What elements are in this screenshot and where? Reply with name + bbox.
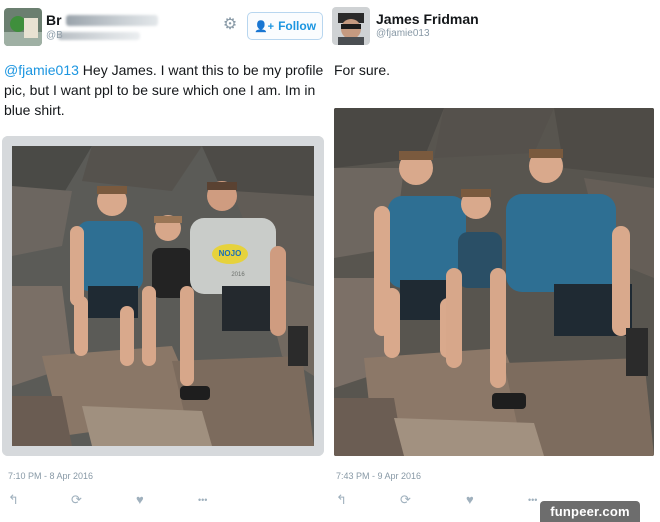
right-tweet-photo[interactable] (334, 108, 654, 456)
mention-link[interactable]: @fjamie013 (4, 62, 79, 78)
left-timestamp[interactable]: 7:10 PM - 8 Apr 2016 (8, 471, 93, 481)
left-tweet-photo[interactable]: NOJO 2016 (2, 136, 324, 456)
right-author-handle[interactable]: @fjamie013 (376, 28, 430, 39)
right-author-avatar[interactable] (332, 7, 370, 45)
right-tweet-text: For sure. (334, 62, 391, 78)
like-icon[interactable]: ♥ (466, 493, 474, 507)
redacted-name-bar (66, 15, 158, 26)
reply-icon[interactable]: ↰ (336, 493, 347, 507)
left-tweet: Br @B ⚙ 👤+ Follow @fjamie013 Hey James. … (0, 0, 328, 522)
right-author-name[interactable]: James Fridman (376, 11, 479, 27)
left-author-name[interactable]: Br (46, 12, 62, 28)
follow-label: Follow (278, 19, 317, 33)
reply-icon[interactable]: ↰ (8, 493, 19, 507)
right-timestamp[interactable]: 7:43 PM - 9 Apr 2016 (336, 471, 421, 481)
add-user-icon: 👤+ (253, 20, 275, 33)
left-author-avatar[interactable] (4, 8, 42, 46)
follow-button[interactable]: 👤+ Follow (247, 12, 323, 40)
redacted-handle-bar (58, 32, 140, 40)
like-icon[interactable]: ♥ (136, 493, 144, 507)
left-tweet-text: @fjamie013 Hey James. I want this to be … (4, 60, 328, 120)
more-icon[interactable]: ••• (528, 493, 537, 507)
retweet-icon[interactable]: ⟳ (71, 493, 82, 507)
retweet-icon[interactable]: ⟳ (400, 493, 411, 507)
svg-text:NOJO: NOJO (219, 249, 242, 258)
right-tweet: James Fridman @fjamie013 For sure. 7:43 … (328, 0, 660, 522)
shirt-print-text: 2016 (231, 272, 245, 278)
watermark-label: funpeer.com (540, 501, 640, 522)
more-icon[interactable]: ••• (198, 493, 207, 507)
gear-icon[interactable]: ⚙ (221, 16, 239, 34)
